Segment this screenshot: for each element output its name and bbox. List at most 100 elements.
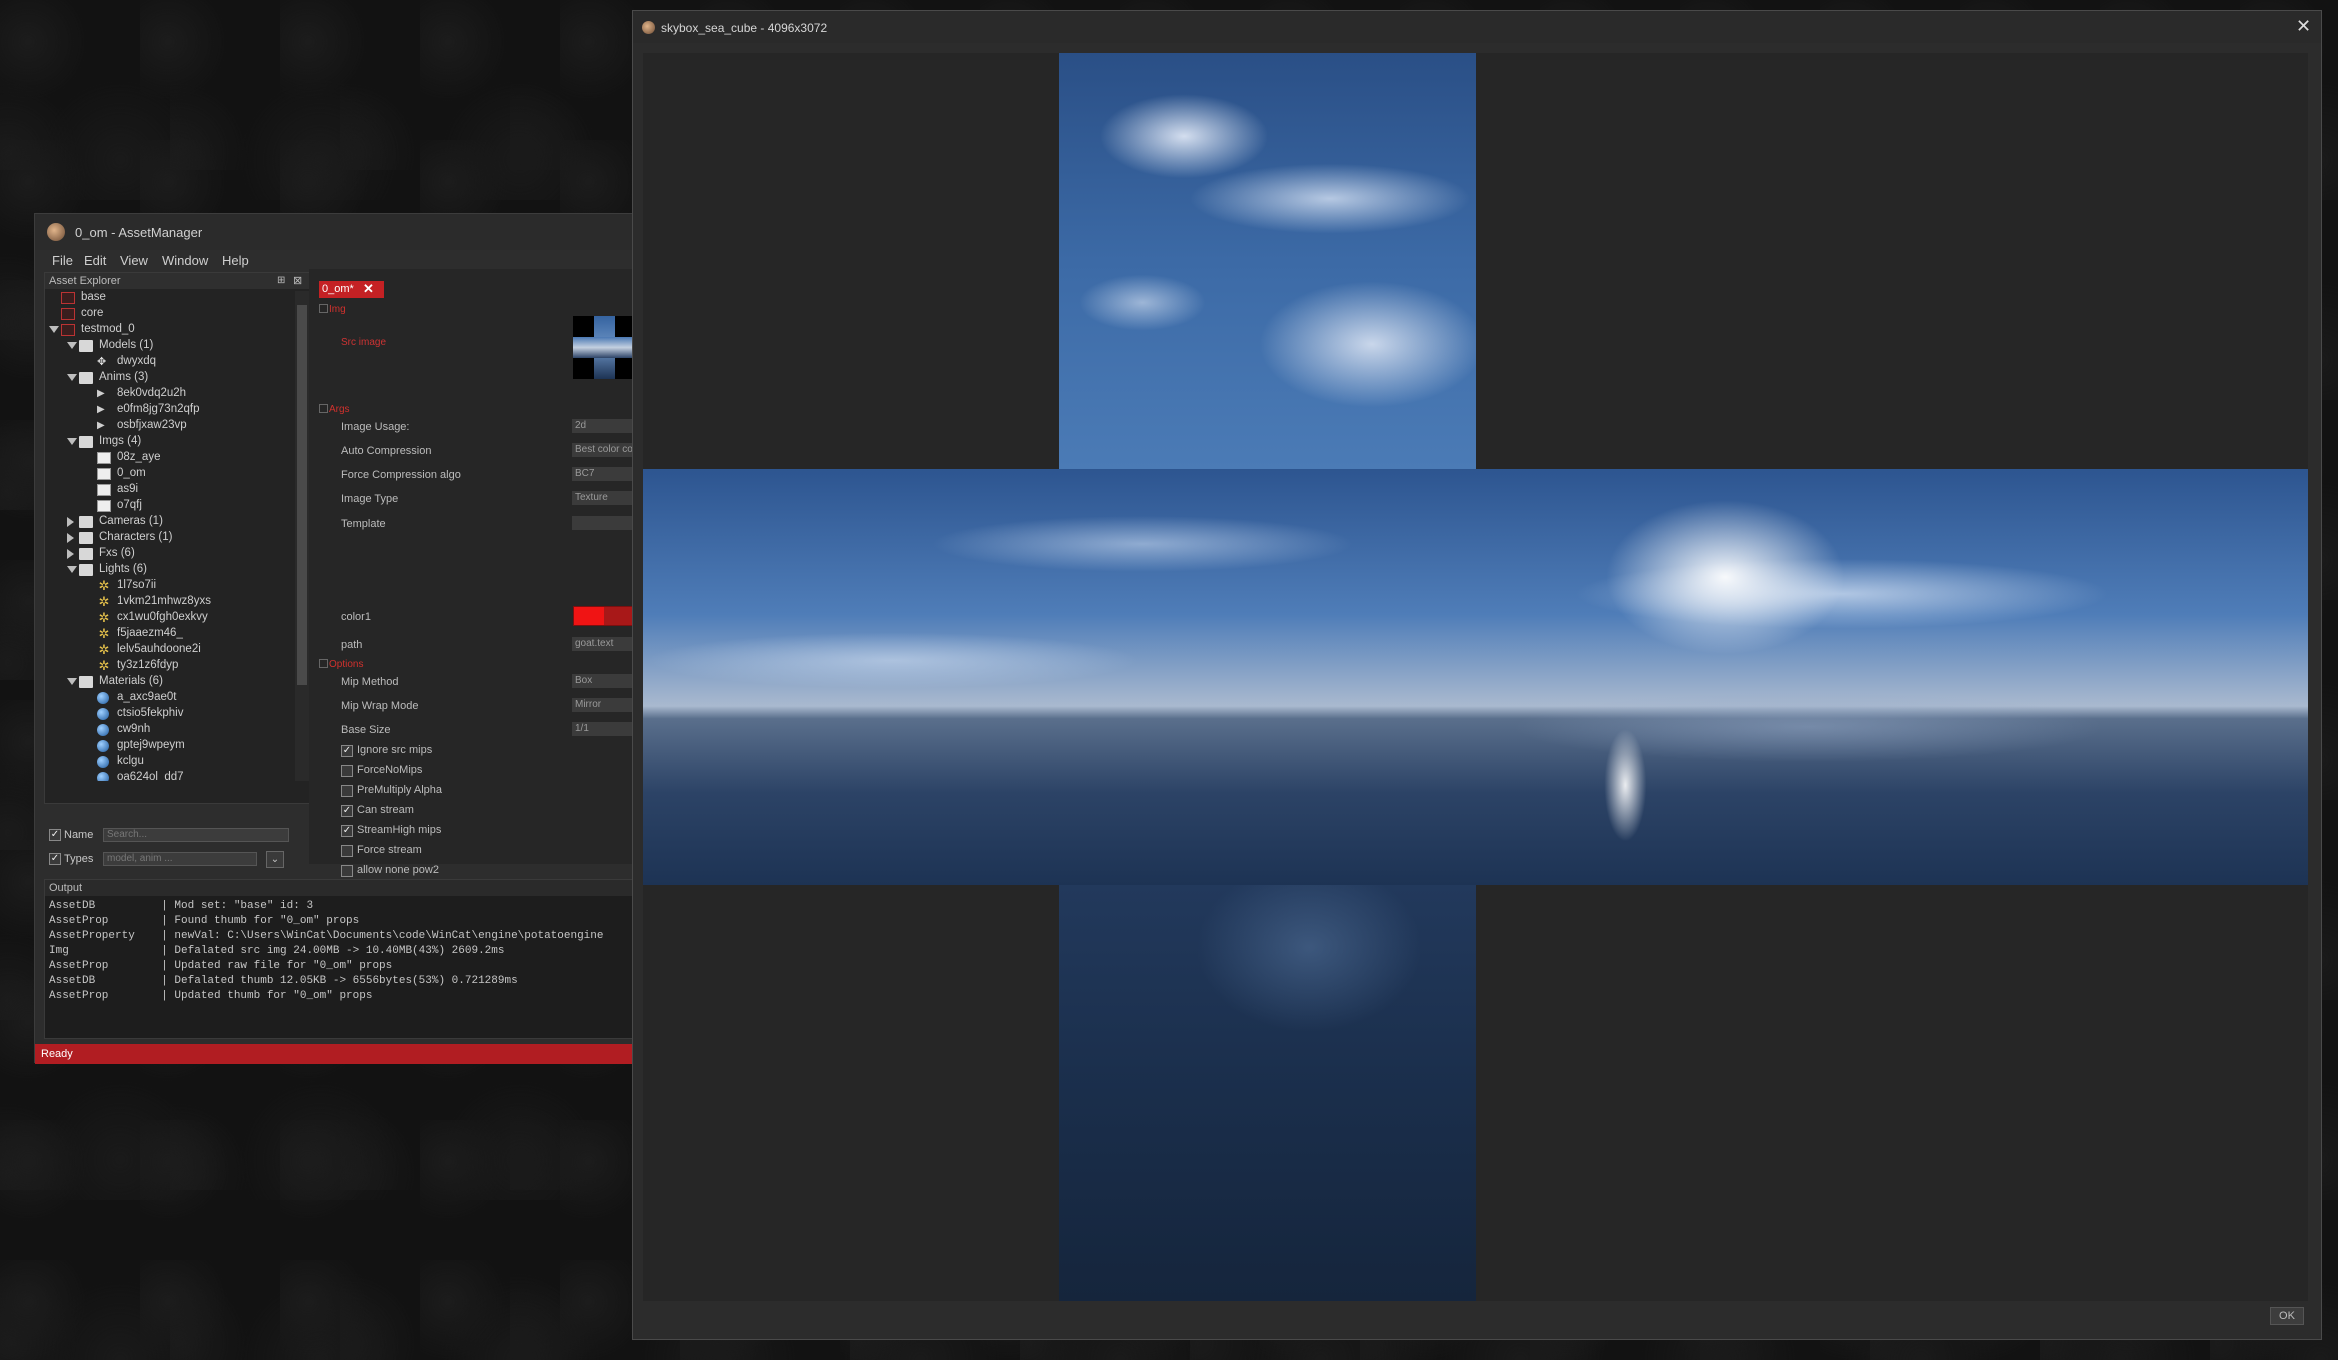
tree-item-label: Characters (1) [99, 531, 173, 543]
image-viewer-window: skybox_sea_cube - 4096x3072 ✕ OK [632, 10, 2322, 1340]
checkbox[interactable] [341, 845, 353, 857]
section-img[interactable]: Img [319, 304, 346, 315]
menu-edit[interactable]: Edit [84, 253, 106, 268]
checkbox[interactable]: ✓ [341, 825, 353, 837]
anim-icon: ▶ [97, 404, 105, 415]
tree-item-label: cw9nh [117, 723, 151, 735]
filter-panel: ✓ Name Search... ✓ Types model, anim ...… [44, 809, 312, 869]
status-bar: Ready [35, 1044, 647, 1064]
tree-item-label: Lights (6) [99, 563, 147, 575]
output-panel: Output AssetDB | Mod set: "base" id: 3 As… [44, 879, 647, 1039]
checkbox[interactable] [341, 865, 353, 877]
tree-item-label: testmod_0 [81, 323, 135, 335]
app-avatar-icon [47, 223, 65, 241]
tab-close-icon[interactable]: ✕ [363, 281, 374, 297]
src-image-thumbnail[interactable] [573, 316, 636, 379]
expand-open-icon[interactable] [49, 326, 59, 333]
color-swatch[interactable] [573, 606, 635, 626]
viewer-titlebar[interactable]: skybox_sea_cube - 4096x3072 ✕ [633, 11, 2321, 43]
asset-explorer-title: Asset Explorer [49, 275, 121, 287]
checkbox[interactable]: ✓ [341, 805, 353, 817]
collapse-icon[interactable] [319, 304, 328, 313]
expand-closed-icon[interactable] [67, 517, 74, 527]
status-text: Ready [41, 1048, 73, 1060]
option-label: Mip Method [341, 676, 399, 688]
asset-tree: base core testmod_0 Models (1) ✥ dwyxdq Anims … [45, 291, 295, 781]
prop-label: Force Compression algo [341, 469, 461, 481]
mod-icon [61, 292, 75, 304]
mod-icon [61, 324, 75, 336]
close-icon[interactable]: ✕ [2296, 16, 2311, 37]
menu-file[interactable]: File [52, 253, 73, 268]
section-args[interactable]: Args [319, 404, 350, 415]
tree-item-label: f5jaaezm46_ [117, 627, 183, 639]
folder-icon [79, 532, 93, 544]
material-icon [97, 724, 109, 736]
name-filter-checkbox[interactable]: ✓ [49, 829, 61, 841]
tree-item-label: gptej9wpeym [117, 739, 185, 751]
tree-item-label: Anims (3) [99, 371, 149, 383]
skybox-cubemap-image [643, 53, 2308, 1301]
light-icon: ✲ [98, 658, 110, 673]
cubemap-face-top [1059, 53, 1476, 469]
expand-closed-icon[interactable] [67, 549, 74, 559]
scrollbar-thumb[interactable] [297, 305, 307, 685]
checkbox[interactable] [341, 765, 353, 777]
types-dropdown-button[interactable]: ⌄ [266, 851, 284, 868]
property-editor: 0_om* ✕ Img Src image ⌕ Args color1 ✎ pa… [309, 269, 662, 877]
menu-window[interactable]: Window [162, 253, 208, 268]
anim-icon: ▶ [97, 420, 105, 431]
types-input[interactable]: model, anim ... [103, 852, 257, 866]
close-panel-icon[interactable]: ⊠ [293, 274, 302, 287]
material-icon [97, 772, 109, 781]
checkbox[interactable]: ✓ [341, 745, 353, 757]
light-icon: ✲ [98, 578, 110, 593]
tree-item-label: ty3z1z6fdyp [117, 659, 179, 671]
image-icon [97, 500, 111, 512]
expand-open-icon[interactable] [67, 438, 77, 445]
folder-icon [79, 548, 93, 560]
mod-icon [61, 308, 75, 320]
output-header: Output [45, 880, 646, 896]
types-filter-checkbox[interactable]: ✓ [49, 853, 61, 865]
tree-item-label: Fxs (6) [99, 547, 135, 559]
tree-item-label: kclgu [117, 755, 144, 767]
expand-open-icon[interactable] [67, 342, 77, 349]
asset-manager-titlebar[interactable]: 0_om - AssetManager [35, 214, 645, 250]
expand-closed-icon[interactable] [67, 533, 74, 543]
folder-icon [79, 372, 93, 384]
light-icon: ✲ [98, 610, 110, 625]
collapse-icon[interactable] [319, 659, 328, 668]
section-options-title: Options [329, 659, 364, 670]
section-options[interactable]: Options [319, 659, 364, 670]
ok-button[interactable]: OK [2270, 1307, 2304, 1325]
expand-open-icon[interactable] [67, 678, 77, 685]
types-filter-label: Types [64, 853, 94, 865]
tree-item-label: 1vkm21mhwz8yxs [117, 595, 211, 607]
menu-help[interactable]: Help [222, 253, 249, 268]
tree-scrollbar[interactable] [295, 291, 309, 781]
folder-icon [79, 564, 93, 576]
anim-icon: ▶ [97, 388, 105, 399]
expand-open-icon[interactable] [67, 374, 77, 381]
checkbox-label: Ignore src mips [357, 744, 433, 756]
tab-0-om[interactable]: 0_om* ✕ [319, 281, 384, 298]
expand-open-icon[interactable] [67, 566, 77, 573]
prop-label: Image Type [341, 493, 399, 505]
image-icon [97, 468, 111, 480]
menu-view[interactable]: View [120, 253, 148, 268]
cubemap-face-bottom [1059, 885, 1476, 1301]
checkbox-label: Can stream [357, 804, 414, 816]
log-line: AssetDB | Mod set: "base" id: 3 [49, 900, 314, 912]
output-title: Output [49, 882, 83, 894]
image-icon [97, 484, 111, 496]
tree-item-label: core [81, 307, 104, 319]
name-search-input[interactable]: Search... [103, 828, 289, 842]
tree-item-label: Models (1) [99, 339, 154, 351]
collapse-icon[interactable] [319, 404, 328, 413]
pin-icon[interactable]: ⊞ [277, 275, 285, 286]
tree-item-label: oa624ol_dd7 [117, 771, 184, 781]
tree-item-label: e0fm8jg73n2qfp [117, 403, 200, 415]
checkbox-label: StreamHigh mips [357, 824, 442, 836]
checkbox[interactable] [341, 785, 353, 797]
